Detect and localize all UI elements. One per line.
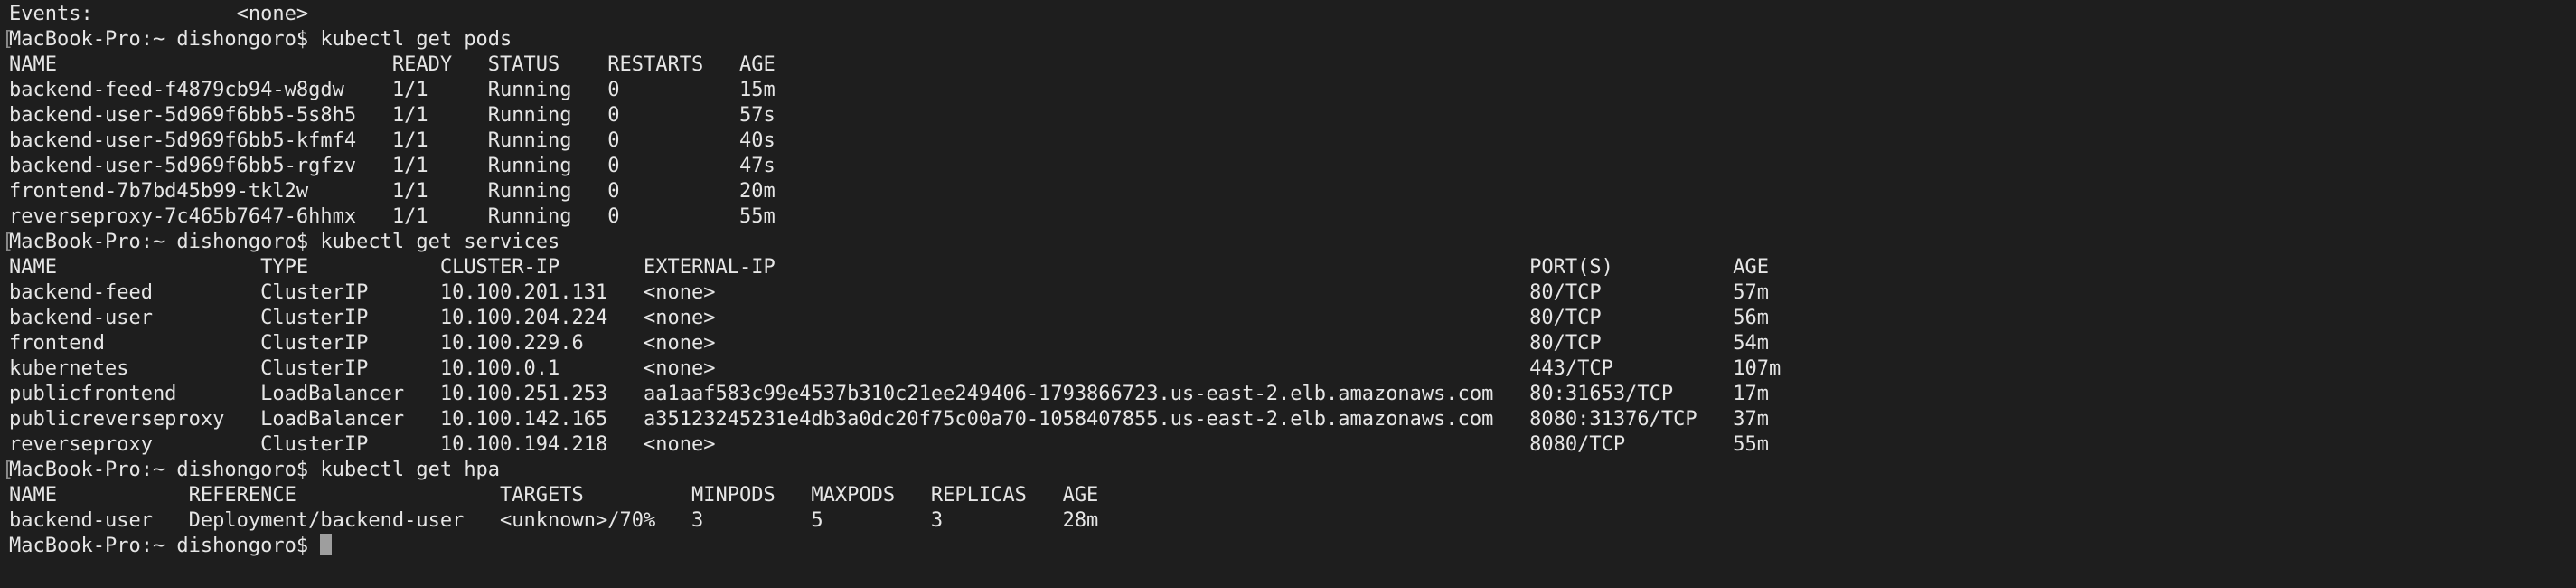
terminal-line-text: reverseproxy ClusterIP 10.100.194.218 <n… bbox=[9, 433, 1770, 456]
terminal-line-text: MacBook-Pro:~ dishongoro$ kubectl get hp… bbox=[9, 459, 501, 481]
terminal-line-text: backend-feed-f4879cb94-w8gdw 1/1 Running… bbox=[9, 79, 776, 101]
prompt-mark-icon: [ bbox=[2, 459, 14, 481]
services-table-row: reverseproxy ClusterIP 10.100.194.218 <n… bbox=[9, 432, 2576, 458]
hpa-table-header: NAME REFERENCE TARGETS MINPODS MAXPODS R… bbox=[9, 483, 2576, 508]
terminal-line-text: backend-user Deployment/backend-user <un… bbox=[9, 509, 1099, 532]
hpa-table-row: backend-user Deployment/backend-user <un… bbox=[9, 508, 2576, 534]
terminal-line-text: backend-user-5d969f6bb5-5s8h5 1/1 Runnin… bbox=[9, 104, 776, 127]
terminal-line-text: NAME READY STATUS RESTARTS AGE bbox=[9, 53, 776, 76]
terminal-line-text: NAME TYPE CLUSTER-IP EXTERNAL-IP PORT(S)… bbox=[9, 256, 1770, 279]
pods-table-header: NAME READY STATUS RESTARTS AGE bbox=[9, 52, 2576, 78]
services-table-row: backend-feed ClusterIP 10.100.201.131 <n… bbox=[9, 280, 2576, 306]
terminal-line-text: MacBook-Pro:~ dishongoro$ kubectl get po… bbox=[9, 28, 512, 51]
pods-table-row: backend-feed-f4879cb94-w8gdw 1/1 Running… bbox=[9, 78, 2576, 103]
services-table-row: kubernetes ClusterIP 10.100.0.1 <none> 4… bbox=[9, 356, 2576, 382]
terminal-input-line[interactable]: MacBook-Pro:~ dishongoro$ bbox=[9, 534, 2576, 559]
terminal-line-text: kubernetes ClusterIP 10.100.0.1 <none> 4… bbox=[9, 357, 1782, 380]
terminal-line-text: Events: <none> bbox=[9, 3, 309, 25]
terminal-line-text: reverseproxy-7c465b7647-6hhmx 1/1 Runnin… bbox=[9, 205, 776, 228]
pods-table-row: frontend-7b7bd45b99-tkl2w 1/1 Running 0 … bbox=[9, 179, 2576, 204]
terminal-command-line: [MacBook-Pro:~ dishongoro$ kubectl get h… bbox=[2, 458, 2576, 483]
terminal-line-text: backend-user-5d969f6bb5-kfmf4 1/1 Runnin… bbox=[9, 129, 776, 152]
services-table-row: frontend ClusterIP 10.100.229.6 <none> 8… bbox=[9, 331, 2576, 356]
terminal-prompt: MacBook-Pro:~ dishongoro$ bbox=[9, 535, 321, 557]
terminal-window[interactable]: Events: <none> [MacBook-Pro:~ dishongoro… bbox=[0, 0, 2576, 588]
pods-table-row: backend-user-5d969f6bb5-5s8h5 1/1 Runnin… bbox=[9, 103, 2576, 128]
terminal-line-text: publicfrontend LoadBalancer 10.100.251.2… bbox=[9, 383, 1770, 405]
services-table-header: NAME TYPE CLUSTER-IP EXTERNAL-IP PORT(S)… bbox=[9, 255, 2576, 280]
terminal-line-text: MacBook-Pro:~ dishongoro$ kubectl get se… bbox=[9, 231, 560, 253]
prompt-mark-icon: [ bbox=[2, 28, 14, 51]
terminal-command-line: [MacBook-Pro:~ dishongoro$ kubectl get s… bbox=[2, 230, 2576, 255]
pods-table-row: backend-user-5d969f6bb5-kfmf4 1/1 Runnin… bbox=[9, 128, 2576, 154]
services-table-row: publicreverseproxy LoadBalancer 10.100.1… bbox=[9, 407, 2576, 432]
pods-table-row: reverseproxy-7c465b7647-6hhmx 1/1 Runnin… bbox=[9, 204, 2576, 230]
terminal-line-text: frontend ClusterIP 10.100.229.6 <none> 8… bbox=[9, 332, 1770, 355]
terminal-line-text: backend-user-5d969f6bb5-rgfzv 1/1 Runnin… bbox=[9, 155, 776, 177]
terminal-command-line: [MacBook-Pro:~ dishongoro$ kubectl get p… bbox=[2, 27, 2576, 52]
terminal-line-text: NAME REFERENCE TARGETS MINPODS MAXPODS R… bbox=[9, 484, 1099, 507]
pods-table-row: backend-user-5d969f6bb5-rgfzv 1/1 Runnin… bbox=[9, 154, 2576, 179]
prompt-mark-icon: [ bbox=[2, 231, 14, 253]
terminal-line-text: backend-user ClusterIP 10.100.204.224 <n… bbox=[9, 307, 1770, 329]
terminal-line-events: Events: <none> bbox=[9, 2, 2576, 27]
terminal-line-text: backend-feed ClusterIP 10.100.201.131 <n… bbox=[9, 281, 1770, 304]
services-table-row: backend-user ClusterIP 10.100.204.224 <n… bbox=[9, 306, 2576, 331]
text-cursor-icon[interactable] bbox=[320, 534, 333, 555]
terminal-line-text: frontend-7b7bd45b99-tkl2w 1/1 Running 0 … bbox=[9, 180, 776, 203]
terminal-line-text: publicreverseproxy LoadBalancer 10.100.1… bbox=[9, 408, 1770, 431]
services-table-row: publicfrontend LoadBalancer 10.100.251.2… bbox=[9, 382, 2576, 407]
